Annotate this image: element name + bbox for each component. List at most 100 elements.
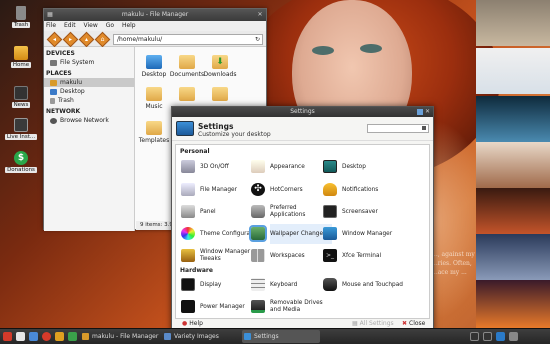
desktop-icon-label: Donations — [5, 167, 37, 173]
setting-xfce-terminal[interactable]: >_ Xfce Terminal — [320, 246, 402, 266]
task-settings[interactable]: Settings — [242, 330, 320, 343]
folder-public[interactable] — [202, 87, 238, 103]
sidebar-item-label: File System — [60, 59, 95, 66]
sidebar-item-file-system[interactable]: File System — [44, 58, 134, 67]
sidebar-item-label: Trash — [58, 97, 74, 104]
settings-titlebar[interactable]: Settings ✕ — [172, 107, 433, 117]
menu-view[interactable]: View — [84, 22, 98, 29]
setting-window-manager[interactable]: Window Manager — [320, 224, 402, 244]
arrow-down-icon: ⬇ — [216, 57, 224, 67]
close-icon: ✖ — [402, 320, 408, 327]
sidebar-item-makulu[interactable]: makulu — [44, 78, 134, 87]
panel-icon — [181, 205, 195, 218]
setting-workspaces[interactable]: Workspaces — [248, 246, 330, 266]
wallpaper-thumbnail[interactable] — [476, 188, 550, 234]
menu-help[interactable]: Help — [122, 22, 136, 29]
desktop-icon-label: Trash — [11, 22, 31, 28]
file-manager-icon — [181, 183, 195, 196]
folder-music[interactable]: Music — [136, 87, 172, 110]
task-file-manager[interactable]: makulu - File Manager — [80, 330, 160, 343]
theme-palette-icon — [181, 227, 195, 240]
wallpaper-thumbnail[interactable] — [476, 96, 550, 142]
file-manager-launcher-icon[interactable] — [29, 332, 38, 341]
folder-templates[interactable]: Templates — [136, 121, 172, 144]
wallpaper-thumbnail[interactable] — [476, 234, 550, 280]
file-manager-titlebar[interactable]: ▦ makulu - File Manager ✕ — [44, 9, 266, 21]
3d-icon — [181, 160, 195, 173]
desktop-icon-home[interactable]: Home — [4, 46, 38, 68]
sidebar-item-trash[interactable]: Trash — [44, 96, 134, 105]
desktop-icon-donations[interactable]: $ Donations — [4, 151, 38, 173]
mouse-icon — [323, 278, 337, 291]
maximize-icon[interactable] — [417, 109, 423, 115]
location-bar[interactable]: /home/makulu/ ↻ — [113, 34, 263, 45]
setting-wallpaper-changer[interactable]: Wallpaper Changer — [248, 224, 332, 244]
news-icon — [14, 86, 28, 100]
tray-icon[interactable] — [470, 332, 479, 341]
setting-mouse-touchpad[interactable]: Mouse and Touchpad — [320, 275, 403, 295]
home-button[interactable]: ⌂ — [94, 31, 111, 48]
back-button[interactable]: ◂ — [46, 31, 63, 48]
arrow-up-icon: ▴ — [84, 36, 88, 43]
setting-removable-drives[interactable]: Removable Drives and Media — [248, 297, 330, 317]
menu-edit[interactable]: Edit — [64, 22, 76, 29]
wallpaper-thumbnail[interactable] — [476, 48, 550, 94]
section-heading-hardware: Hardware — [180, 267, 213, 274]
task-variety-images[interactable]: Variety Images — [162, 330, 240, 343]
home-folder-icon — [50, 79, 57, 86]
setting-keyboard[interactable]: Keyboard — [248, 275, 330, 295]
public-folder-icon — [212, 87, 228, 101]
app-launcher-icon[interactable] — [55, 332, 64, 341]
forward-button[interactable]: ▸ — [62, 31, 79, 48]
wallpaper-thumbnail[interactable] — [476, 0, 550, 46]
app-launcher-icon[interactable] — [68, 332, 77, 341]
up-button[interactable]: ▴ — [78, 31, 95, 48]
task-label: makulu - File Manager — [92, 333, 159, 340]
sidebar-item-desktop[interactable]: Desktop — [44, 87, 134, 96]
settings-window: Settings ✕ Settings Customize your deskt… — [171, 106, 434, 332]
folder-documents[interactable]: Documents — [169, 55, 205, 78]
menu-go[interactable]: Go — [106, 22, 114, 29]
start-menu-icon[interactable] — [3, 332, 12, 341]
clear-icon[interactable] — [422, 126, 426, 130]
setting-appearance[interactable]: Appearance — [248, 157, 330, 177]
wallpaper-thumbnail[interactable] — [476, 280, 550, 328]
location-path: /home/makulu/ — [117, 36, 163, 43]
setting-label: Mouse and Touchpad — [342, 281, 403, 288]
desktop-icon-trash[interactable]: Trash — [4, 6, 38, 28]
reload-icon[interactable]: ↻ — [255, 35, 260, 44]
sidebar-item-browse-network[interactable]: Browse Network — [44, 116, 134, 125]
wallpaper-thumbnail[interactable] — [476, 142, 550, 188]
window-menu-icon[interactable]: ▦ — [46, 11, 54, 19]
setting-label: Display — [200, 281, 222, 288]
taskbar: makulu - File Manager Variety Images Set… — [0, 328, 550, 344]
settings-search-input[interactable] — [367, 124, 429, 133]
folder-desktop[interactable]: Desktop — [136, 55, 172, 78]
setting-label: Desktop — [342, 163, 366, 170]
close-icon[interactable]: ✕ — [256, 11, 264, 19]
task-label: Variety Images — [174, 333, 219, 340]
network-tray-icon[interactable] — [496, 332, 505, 341]
tweaks-icon — [181, 249, 195, 262]
setting-desktop[interactable]: Desktop — [320, 157, 402, 177]
folder-pictures[interactable] — [169, 87, 205, 103]
setting-notifications[interactable]: Notifications — [320, 180, 402, 200]
settings-panel: Personal 3D On/Off Appearance Desktop Fi… — [175, 144, 430, 319]
wallpaper-quote-text: ..., against my ...ries. Often, ...ace m… — [432, 251, 475, 276]
menu-file[interactable]: File — [46, 22, 56, 29]
browser-icon[interactable] — [42, 332, 51, 341]
setting-label: Appearance — [270, 163, 305, 170]
tray-icon[interactable] — [483, 332, 492, 341]
setting-hotcorners[interactable]: ✣ HotCorners — [248, 180, 330, 200]
desktop-icon-live-installer[interactable]: Live Inst... — [4, 118, 38, 140]
trash-icon — [16, 6, 26, 20]
desktop-icon-news[interactable]: News — [4, 86, 38, 108]
folder-downloads[interactable]: ⬇ Downloads — [202, 55, 238, 78]
setting-label: Screensaver — [342, 208, 378, 215]
close-icon[interactable]: ✕ — [424, 108, 431, 116]
show-desktop-icon[interactable] — [16, 332, 25, 341]
setting-preferred-applications[interactable]: Preferred Applications — [248, 202, 330, 222]
templates-folder-icon — [146, 121, 162, 135]
setting-screensaver[interactable]: Screensaver — [320, 202, 402, 222]
volume-icon[interactable] — [509, 332, 518, 341]
